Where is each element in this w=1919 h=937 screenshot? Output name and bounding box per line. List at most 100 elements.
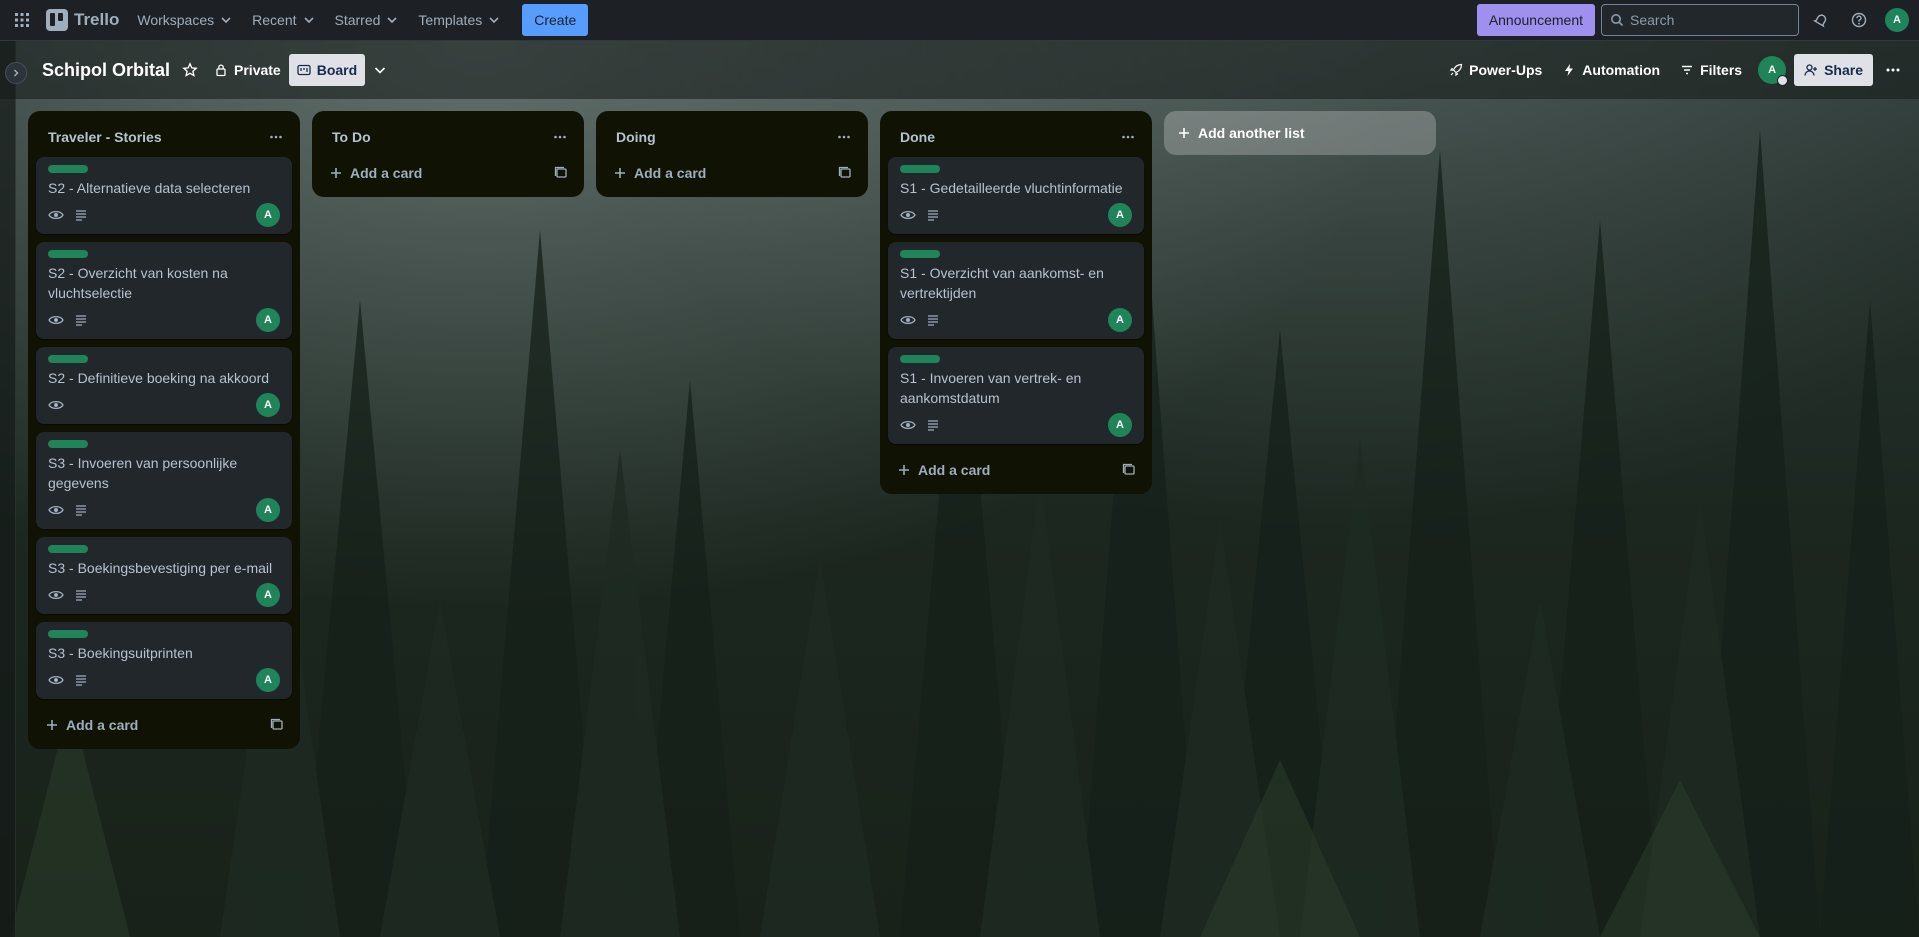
board-icon [297,64,311,76]
more-icon [1122,135,1134,139]
add-card-button[interactable]: Add a card [600,155,864,191]
plus-icon [615,168,625,178]
starred-label: Starred [334,12,381,28]
board-title[interactable]: Schipol Orbital [38,60,174,81]
eye-icon [900,420,916,430]
card-member-avatar[interactable]: A [1108,203,1132,227]
chevron-down-icon [489,17,499,24]
card[interactable]: S1 - Invoeren van vertrek- en aankomstda… [888,347,1144,444]
plus-icon [331,168,341,178]
add-another-list-button[interactable]: Add another list [1164,111,1436,155]
card[interactable]: S2 - Overzicht van kosten na vluchtselec… [36,242,292,339]
list-title[interactable]: Doing [616,129,656,145]
template-icon[interactable] [554,166,568,180]
card-list: S2 - Alternatieve data selecteren A S2 -… [28,155,300,699]
view-switcher-button[interactable] [365,54,395,86]
account-button[interactable]: A [1881,4,1913,36]
add-card-button[interactable]: Add a card [32,707,296,743]
trello-logo[interactable]: Trello [38,4,127,36]
search-placeholder: Search [1630,12,1675,28]
template-icon[interactable] [270,718,284,732]
card-member-avatar[interactable]: A [256,308,280,332]
card[interactable]: S3 - Boekingsuitprinten A [36,622,292,699]
trello-logo-text: Trello [74,10,120,29]
plus-icon [47,720,57,730]
recent-label: Recent [252,12,297,28]
share-button[interactable]: Share [1794,54,1873,86]
list-menu-button[interactable] [1112,121,1144,153]
template-icon[interactable] [838,166,852,180]
list-to-do: To Do Add a card [312,111,584,197]
visibility-button[interactable]: Private [206,54,289,86]
card-member-avatar[interactable]: A [256,203,280,227]
add-card-label: Add a card [350,165,423,181]
list-title[interactable]: Traveler - Stories [48,129,162,145]
search-input[interactable]: Search [1601,4,1799,36]
board-member[interactable]: A [1758,56,1789,86]
add-card-button[interactable]: Add a card [316,155,580,191]
starred-menu[interactable]: Starred [325,4,409,36]
expand-sidebar-button[interactable] [5,62,27,84]
list-menu-button[interactable] [544,121,576,153]
list-traveler-stories: Traveler - Stories S2 - Alternatieve dat… [28,111,300,749]
create-button[interactable]: Create [522,4,589,36]
template-icon[interactable] [1122,463,1136,477]
card-member-avatar[interactable]: A [256,393,280,417]
card-list: S1 - Gedetailleerde vluchtinformatie A S… [880,155,1152,444]
add-card-label: Add a card [66,717,139,733]
card[interactable]: S3 - Boekingsbevestiging per e-mail A [36,537,292,614]
card-badges: A [900,308,1132,332]
card-member-avatar[interactable]: A [256,668,280,692]
green-label[interactable] [48,250,88,258]
card-badges: A [48,668,280,692]
green-label[interactable] [900,355,940,363]
board-menu-button[interactable] [1877,54,1909,86]
eye-icon [48,315,64,325]
list-title[interactable]: To Do [332,129,371,145]
list-title[interactable]: Done [900,129,935,145]
chevron-right-icon [13,69,19,77]
list-menu-button[interactable] [260,121,292,153]
card-badges: A [48,583,280,607]
recent-menu[interactable]: Recent [242,4,324,36]
more-icon [1886,68,1900,72]
add-card-button[interactable]: Add a card [884,452,1148,488]
app-switcher-button[interactable] [6,4,38,36]
card[interactable]: S1 - Gedetailleerde vluchtinformatie A [888,157,1144,234]
announcement-button[interactable]: Announcement [1476,4,1595,36]
green-label[interactable] [900,250,940,258]
templates-menu[interactable]: Templates [408,4,510,36]
more-icon [554,135,566,139]
board-canvas: Traveler - Stories S2 - Alternatieve dat… [0,99,1919,937]
automation-button[interactable]: Automation [1554,54,1668,86]
lightning-icon [1565,64,1574,76]
green-label[interactable] [48,630,88,638]
card[interactable]: S2 - Definitieve boeking na akkoord A [36,347,292,424]
card-title: S1 - Invoeren van vertrek- en aankomstda… [900,370,1082,406]
card[interactable]: S2 - Alternatieve data selecteren A [36,157,292,234]
card[interactable]: S3 - Invoeren van persoonlijke gegevens … [36,432,292,529]
card-member-avatar[interactable]: A [256,498,280,522]
notifications-button[interactable] [1805,4,1837,36]
card-member-avatar[interactable]: A [1108,413,1132,437]
list-menu-button[interactable] [828,121,860,153]
card-member-avatar[interactable]: A [1108,308,1132,332]
card[interactable]: S1 - Overzicht van aankomst- en vertrekt… [888,242,1144,339]
eye-icon [48,400,64,410]
green-label[interactable] [48,545,88,553]
green-label[interactable] [48,355,88,363]
green-label[interactable] [48,165,88,173]
workspaces-menu[interactable]: Workspaces [127,4,242,36]
power-ups-label: Power-Ups [1469,62,1543,78]
card-member-avatar[interactable]: A [256,583,280,607]
help-button[interactable] [1843,4,1875,36]
green-label[interactable] [48,440,88,448]
card-title: S1 - Gedetailleerde vluchtinformatie [900,180,1123,196]
card-title: S3 - Boekingsbevestiging per e-mail [48,560,273,576]
filters-button[interactable]: Filters [1672,54,1750,86]
green-label[interactable] [900,165,940,173]
board-view-button[interactable]: Board [288,54,366,86]
chevron-down-icon [221,17,231,24]
star-board-button[interactable] [174,54,206,86]
power-ups-button[interactable]: Power-Ups [1441,54,1550,86]
